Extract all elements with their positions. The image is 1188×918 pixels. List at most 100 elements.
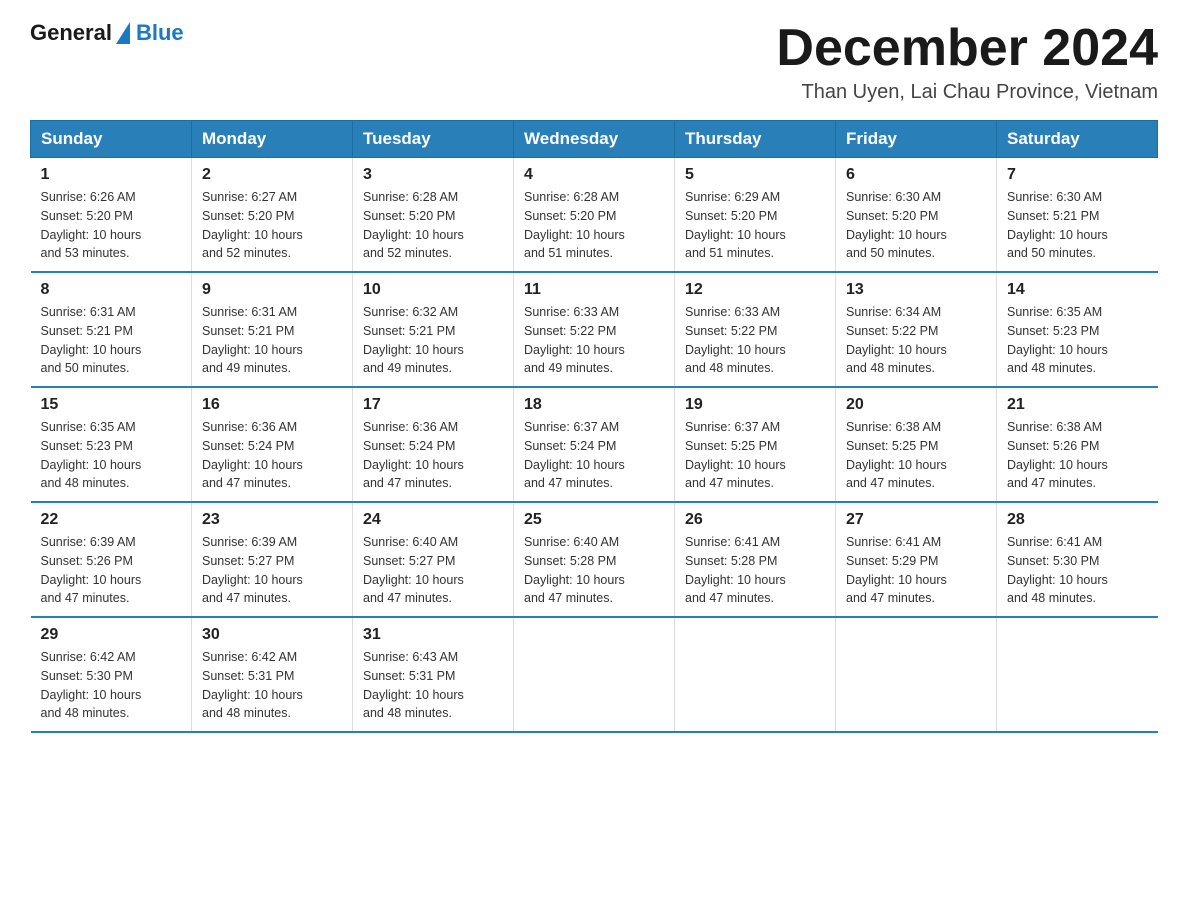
calendar-cell: 21Sunrise: 6:38 AMSunset: 5:26 PMDayligh… xyxy=(997,387,1158,502)
calendar-week-4: 22 Sunrise: 6:39 AMSunset: 5:26 PMDayligh… xyxy=(31,502,1158,617)
day-number: 27 xyxy=(846,511,986,529)
calendar-title: December 2024 xyxy=(776,20,1158,77)
calendar-cell: 12 Sunrise: 6:33 AMSunset: 5:22 PMDayligh… xyxy=(675,272,836,387)
day-number: 18 xyxy=(524,396,664,414)
calendar-week-2: 8 Sunrise: 6:31 AMSunset: 5:21 PMDaylight… xyxy=(31,272,1158,387)
day-info: Sunrise: 6:40 AMSunset: 5:27 PMDaylight:… xyxy=(363,533,503,608)
day-number: 31 xyxy=(363,626,503,644)
weekday-header-saturday: Saturday xyxy=(997,121,1158,158)
weekday-header-thursday: Thursday xyxy=(675,121,836,158)
calendar-cell: 3Sunrise: 6:28 AMSunset: 5:20 PMDaylight… xyxy=(353,158,514,273)
calendar-cell: 29 Sunrise: 6:42 AMSunset: 5:30 PMDayligh… xyxy=(31,617,192,732)
day-info: Sunrise: 6:37 AMSunset: 5:24 PMDaylight:… xyxy=(524,418,664,493)
day-number: 16 xyxy=(202,396,342,414)
day-number: 26 xyxy=(685,511,825,529)
weekday-header-sunday: Sunday xyxy=(31,121,192,158)
day-info: Sunrise: 6:31 AMSunset: 5:21 PMDaylight:… xyxy=(41,303,182,378)
day-info: Sunrise: 6:28 AMSunset: 5:20 PMDaylight:… xyxy=(524,188,664,263)
calendar-cell: 14Sunrise: 6:35 AMSunset: 5:23 PMDayligh… xyxy=(997,272,1158,387)
calendar-cell: 10 Sunrise: 6:32 AMSunset: 5:21 PMDayligh… xyxy=(353,272,514,387)
day-number: 19 xyxy=(685,396,825,414)
logo-general-text: General xyxy=(30,20,112,46)
calendar-cell: 7 Sunrise: 6:30 AMSunset: 5:21 PMDaylight… xyxy=(997,158,1158,273)
header-row: SundayMondayTuesdayWednesdayThursdayFrid… xyxy=(31,121,1158,158)
calendar-cell: 8 Sunrise: 6:31 AMSunset: 5:21 PMDaylight… xyxy=(31,272,192,387)
calendar-cell: 18 Sunrise: 6:37 AMSunset: 5:24 PMDayligh… xyxy=(514,387,675,502)
day-info: Sunrise: 6:27 AMSunset: 5:20 PMDaylight:… xyxy=(202,188,342,263)
day-info: Sunrise: 6:42 AMSunset: 5:30 PMDaylight:… xyxy=(41,648,182,723)
day-info: Sunrise: 6:39 AMSunset: 5:26 PMDaylight:… xyxy=(41,533,182,608)
day-info: Sunrise: 6:30 AMSunset: 5:20 PMDaylight:… xyxy=(846,188,986,263)
day-info: Sunrise: 6:31 AMSunset: 5:21 PMDaylight:… xyxy=(202,303,342,378)
day-info: Sunrise: 6:34 AMSunset: 5:22 PMDaylight:… xyxy=(846,303,986,378)
day-info: Sunrise: 6:40 AMSunset: 5:28 PMDaylight:… xyxy=(524,533,664,608)
day-number: 13 xyxy=(846,281,986,299)
calendar-cell: 31Sunrise: 6:43 AMSunset: 5:31 PMDayligh… xyxy=(353,617,514,732)
calendar-cell: 22 Sunrise: 6:39 AMSunset: 5:26 PMDayligh… xyxy=(31,502,192,617)
title-block: December 2024 Than Uyen, Lai Chau Provin… xyxy=(776,20,1158,104)
calendar-cell: 1 Sunrise: 6:26 AMSunset: 5:20 PMDaylight… xyxy=(31,158,192,273)
calendar-cell: 24 Sunrise: 6:40 AMSunset: 5:27 PMDayligh… xyxy=(353,502,514,617)
calendar-cell: 17Sunrise: 6:36 AMSunset: 5:24 PMDayligh… xyxy=(353,387,514,502)
calendar-cell: 28Sunrise: 6:41 AMSunset: 5:30 PMDayligh… xyxy=(997,502,1158,617)
day-info: Sunrise: 6:42 AMSunset: 5:31 PMDaylight:… xyxy=(202,648,342,723)
calendar-cell xyxy=(675,617,836,732)
calendar-cell: 30Sunrise: 6:42 AMSunset: 5:31 PMDayligh… xyxy=(192,617,353,732)
calendar-week-3: 15Sunrise: 6:35 AMSunset: 5:23 PMDayligh… xyxy=(31,387,1158,502)
day-info: Sunrise: 6:32 AMSunset: 5:21 PMDaylight:… xyxy=(363,303,503,378)
day-number: 5 xyxy=(685,166,825,184)
day-number: 20 xyxy=(846,396,986,414)
day-info: Sunrise: 6:33 AMSunset: 5:22 PMDaylight:… xyxy=(685,303,825,378)
day-number: 7 xyxy=(1007,166,1148,184)
day-number: 4 xyxy=(524,166,664,184)
day-number: 8 xyxy=(41,281,182,299)
calendar-cell: 13 Sunrise: 6:34 AMSunset: 5:22 PMDayligh… xyxy=(836,272,997,387)
calendar-week-5: 29 Sunrise: 6:42 AMSunset: 5:30 PMDayligh… xyxy=(31,617,1158,732)
calendar-cell: 4 Sunrise: 6:28 AMSunset: 5:20 PMDaylight… xyxy=(514,158,675,273)
calendar-cell: 6 Sunrise: 6:30 AMSunset: 5:20 PMDaylight… xyxy=(836,158,997,273)
day-number: 23 xyxy=(202,511,342,529)
day-number: 2 xyxy=(202,166,342,184)
day-number: 10 xyxy=(363,281,503,299)
day-info: Sunrise: 6:36 AMSunset: 5:24 PMDaylight:… xyxy=(363,418,503,493)
logo: General Blue xyxy=(30,20,184,46)
day-info: Sunrise: 6:41 AMSunset: 5:28 PMDaylight:… xyxy=(685,533,825,608)
calendar-cell: 20 Sunrise: 6:38 AMSunset: 5:25 PMDayligh… xyxy=(836,387,997,502)
page-header: General Blue December 2024 Than Uyen, La… xyxy=(30,20,1158,104)
day-info: Sunrise: 6:38 AMSunset: 5:26 PMDaylight:… xyxy=(1007,418,1148,493)
logo-blue-text: Blue xyxy=(136,20,184,46)
calendar-cell: 25 Sunrise: 6:40 AMSunset: 5:28 PMDayligh… xyxy=(514,502,675,617)
calendar-cell xyxy=(836,617,997,732)
calendar-cell: 16 Sunrise: 6:36 AMSunset: 5:24 PMDayligh… xyxy=(192,387,353,502)
calendar-cell: 9 Sunrise: 6:31 AMSunset: 5:21 PMDaylight… xyxy=(192,272,353,387)
weekday-header-wednesday: Wednesday xyxy=(514,121,675,158)
day-info: Sunrise: 6:41 AMSunset: 5:30 PMDaylight:… xyxy=(1007,533,1148,608)
day-info: Sunrise: 6:30 AMSunset: 5:21 PMDaylight:… xyxy=(1007,188,1148,263)
day-info: Sunrise: 6:29 AMSunset: 5:20 PMDaylight:… xyxy=(685,188,825,263)
calendar-cell: 5 Sunrise: 6:29 AMSunset: 5:20 PMDaylight… xyxy=(675,158,836,273)
calendar-cell: 2 Sunrise: 6:27 AMSunset: 5:20 PMDaylight… xyxy=(192,158,353,273)
day-info: Sunrise: 6:28 AMSunset: 5:20 PMDaylight:… xyxy=(363,188,503,263)
calendar-cell xyxy=(514,617,675,732)
day-info: Sunrise: 6:38 AMSunset: 5:25 PMDaylight:… xyxy=(846,418,986,493)
day-number: 25 xyxy=(524,511,664,529)
day-number: 11 xyxy=(524,281,664,299)
day-number: 1 xyxy=(41,166,182,184)
day-number: 24 xyxy=(363,511,503,529)
day-number: 29 xyxy=(41,626,182,644)
calendar-subtitle: Than Uyen, Lai Chau Province, Vietnam xyxy=(776,81,1158,104)
calendar-cell: 27 Sunrise: 6:41 AMSunset: 5:29 PMDayligh… xyxy=(836,502,997,617)
calendar-week-1: 1 Sunrise: 6:26 AMSunset: 5:20 PMDaylight… xyxy=(31,158,1158,273)
day-number: 12 xyxy=(685,281,825,299)
calendar-cell: 26 Sunrise: 6:41 AMSunset: 5:28 PMDayligh… xyxy=(675,502,836,617)
calendar-cell xyxy=(997,617,1158,732)
day-number: 22 xyxy=(41,511,182,529)
calendar-body: 1 Sunrise: 6:26 AMSunset: 5:20 PMDaylight… xyxy=(31,158,1158,733)
day-number: 6 xyxy=(846,166,986,184)
day-info: Sunrise: 6:26 AMSunset: 5:20 PMDaylight:… xyxy=(41,188,182,263)
day-number: 9 xyxy=(202,281,342,299)
calendar-cell: 23Sunrise: 6:39 AMSunset: 5:27 PMDayligh… xyxy=(192,502,353,617)
weekday-header-friday: Friday xyxy=(836,121,997,158)
day-info: Sunrise: 6:36 AMSunset: 5:24 PMDaylight:… xyxy=(202,418,342,493)
day-info: Sunrise: 6:41 AMSunset: 5:29 PMDaylight:… xyxy=(846,533,986,608)
